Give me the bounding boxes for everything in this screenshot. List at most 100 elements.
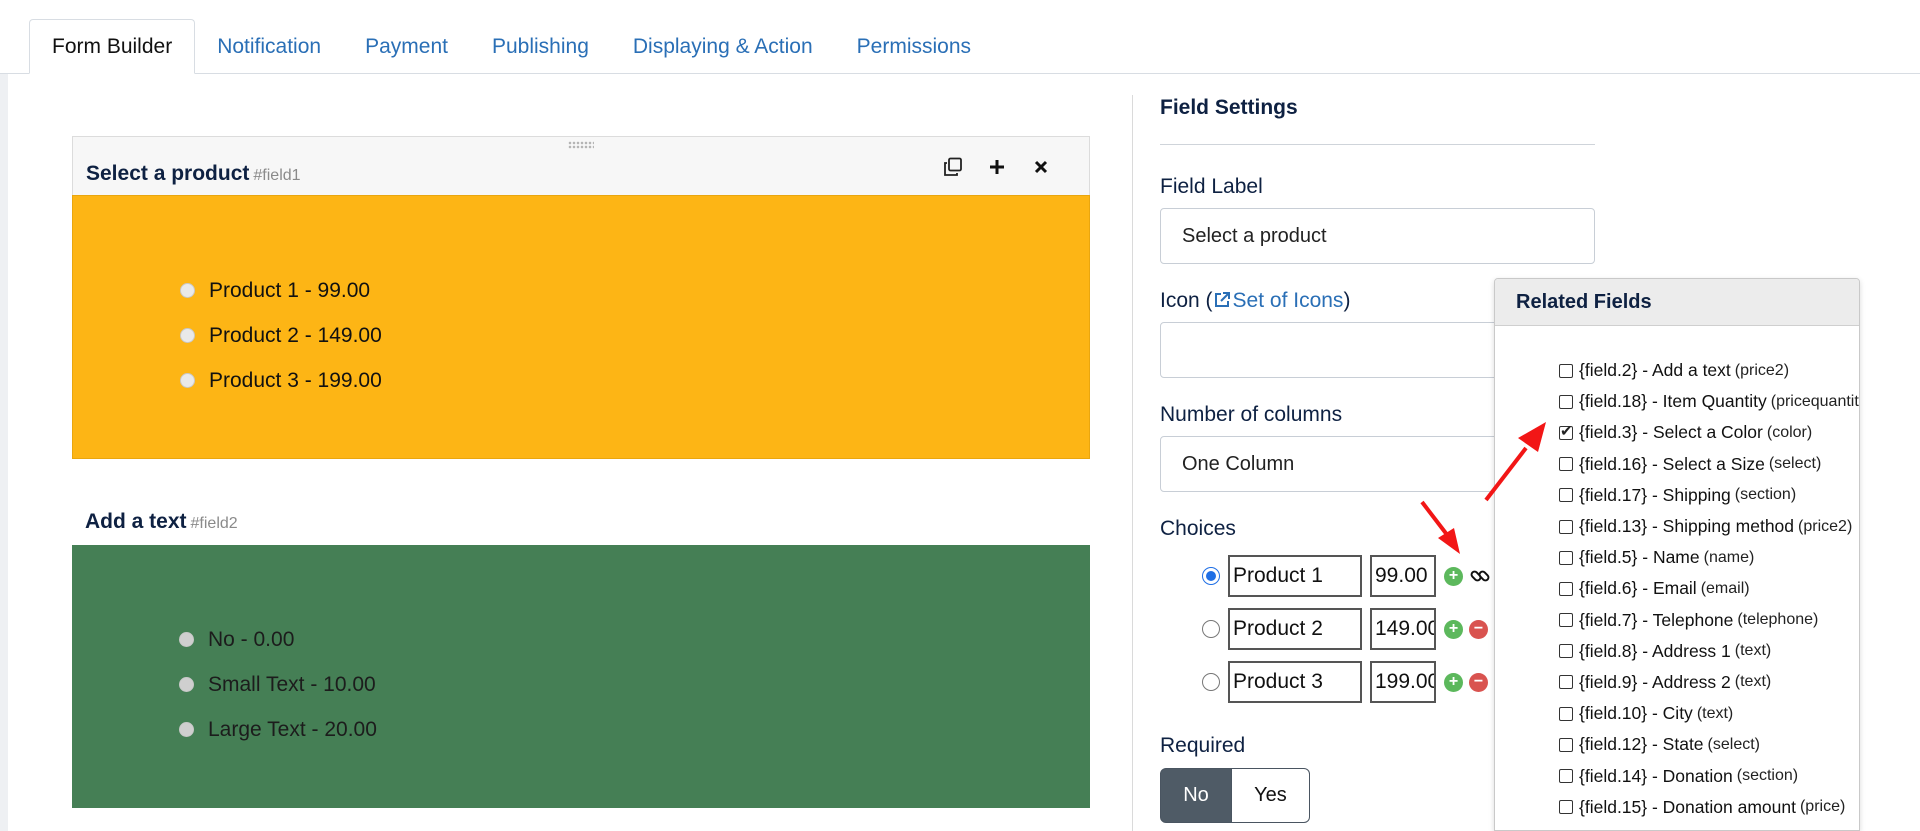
field-card-header[interactable]: Select a product #field1 — [72, 136, 1090, 195]
checkbox-icon[interactable] — [1559, 644, 1573, 659]
choice-price-input[interactable]: 149.00 — [1370, 608, 1436, 650]
choice-radio[interactable] — [1202, 620, 1220, 638]
required-toggle: No Yes — [1160, 768, 1310, 823]
checkbox-checked-icon[interactable] — [1559, 422, 1573, 440]
related-field-item[interactable]: {field.2} - Add a text (price2) — [1559, 355, 1859, 386]
choice-price-input[interactable]: 199.00 — [1370, 661, 1436, 703]
choice-name-input[interactable]: Product 1 — [1228, 555, 1362, 597]
add-choice-icon[interactable]: + — [1444, 566, 1463, 586]
required-yes-button[interactable]: Yes — [1232, 768, 1310, 823]
related-field-label: {field.5} - Name — [1579, 547, 1700, 568]
related-field-item[interactable]: {field.5} - Name (name) — [1559, 542, 1859, 573]
related-field-item[interactable]: {field.9} - Address 2 (text) — [1559, 667, 1859, 698]
related-fields-popup: Related Fields {field.2} - Add a text (pr… — [1494, 278, 1860, 831]
checkbox-icon[interactable] — [1559, 394, 1573, 409]
checkbox-icon[interactable] — [1559, 550, 1573, 565]
field-title-text: Select a product — [86, 162, 250, 185]
checkbox-icon[interactable] — [1559, 675, 1573, 690]
related-field-label: {field.9} - Address 2 — [1579, 671, 1731, 692]
remove-choice-icon[interactable]: − — [1469, 619, 1488, 639]
checkbox-icon[interactable] — [1559, 737, 1573, 752]
choice-row: Product 3 199.00 + − — [1202, 661, 1494, 703]
field-card-body[interactable]: Product 1 - 99.00 Product 2 - 149.00 Pro… — [72, 195, 1090, 459]
option-item[interactable]: Small Text - 10.00 — [179, 662, 377, 707]
remove-choice-icon[interactable]: − — [1469, 672, 1488, 692]
close-icon[interactable] — [1029, 155, 1053, 179]
checkbox-icon[interactable] — [1559, 800, 1573, 815]
related-field-item[interactable]: {field.3} - Select a Color(color) — [1559, 417, 1859, 448]
tab-publishing[interactable]: Publishing — [470, 19, 611, 74]
add-choice-icon[interactable]: + — [1444, 672, 1463, 692]
left-gutter — [0, 74, 8, 831]
related-field-label: {field.16} - Select a Size — [1579, 453, 1765, 474]
related-field-item[interactable]: {field.17} - Shipping (section) — [1559, 480, 1859, 511]
tab-permissions[interactable]: Permissions — [835, 19, 993, 74]
checkbox-icon[interactable] — [1559, 363, 1573, 378]
choice-radio[interactable] — [1202, 673, 1220, 691]
related-field-label: {field.2} - Add a text — [1579, 360, 1731, 381]
field-id: #field1 — [253, 167, 301, 184]
field-title: Add a text #field2 — [85, 510, 238, 534]
related-field-type: (email) — [1700, 579, 1750, 597]
related-field-item[interactable]: {field.10} - City (text) — [1559, 698, 1859, 729]
related-field-type: (text) — [1734, 642, 1772, 660]
checkbox-icon[interactable] — [1559, 706, 1573, 721]
related-field-item[interactable]: {field.12} - State (select) — [1559, 729, 1859, 760]
option-item[interactable]: Large Text - 20.00 — [179, 707, 377, 752]
related-field-item[interactable]: {field.14} - Donation (section) — [1559, 760, 1859, 791]
set-of-icons-link[interactable]: Set of Icons — [1213, 289, 1343, 312]
related-field-type: (section) — [1736, 767, 1799, 785]
field-id: #field2 — [190, 515, 238, 532]
choice-price-input[interactable]: 99.00 — [1370, 555, 1436, 597]
plus-icon[interactable] — [985, 155, 1009, 179]
related-field-item[interactable]: {field.15} - Donation amount (price) — [1559, 792, 1859, 823]
checkbox-icon[interactable] — [1559, 581, 1573, 596]
related-field-type: (price2) — [1734, 361, 1790, 379]
required-no-button[interactable]: No — [1160, 768, 1232, 823]
related-field-label: {field.14} - Donation — [1579, 765, 1733, 786]
add-choice-icon[interactable]: + — [1444, 619, 1463, 639]
choice-name-input[interactable]: Product 2 — [1228, 608, 1362, 650]
related-fields-list: {field.2} - Add a text (price2) {field.18}… — [1559, 355, 1859, 830]
choice-name-input[interactable]: Product 3 — [1228, 661, 1362, 703]
related-field-type: (telephone) — [1737, 611, 1819, 629]
checkbox-icon[interactable] — [1559, 488, 1573, 503]
related-field-type: (color) — [1766, 423, 1813, 441]
choices-label: Choices — [1160, 517, 1236, 540]
option-item[interactable]: Product 3 - 199.00 — [180, 358, 382, 403]
checkbox-icon[interactable] — [1559, 769, 1573, 784]
tab-payment[interactable]: Payment — [343, 19, 470, 74]
field-label-input[interactable]: Select a product — [1160, 208, 1595, 264]
tab-form-builder[interactable]: Form Builder — [29, 19, 196, 74]
link-icon[interactable] — [1469, 565, 1491, 587]
related-field-label: {field.10} - City — [1579, 703, 1693, 724]
columns-label: Number of columns — [1160, 403, 1343, 426]
copy-icon[interactable] — [941, 155, 965, 179]
related-field-item[interactable]: {field.8} - Address 1 (text) — [1559, 636, 1859, 667]
required-label: Required — [1160, 734, 1246, 757]
field-title-text: Add a text — [85, 510, 187, 533]
checkbox-icon[interactable] — [1559, 519, 1573, 534]
related-field-item[interactable]: {field.7} - Telephone (telephone) — [1559, 605, 1859, 636]
choice-radio[interactable] — [1202, 567, 1220, 585]
related-fields-title: Related Fields — [1495, 279, 1859, 326]
field-tools — [941, 155, 1053, 179]
tab-notification[interactable]: Notification — [195, 19, 343, 74]
related-field-item[interactable]: {field.13} - Shipping method (price2) — [1559, 511, 1859, 542]
field-label-label: Field Label — [1160, 175, 1263, 198]
checkbox-icon[interactable] — [1559, 457, 1573, 472]
related-field-item[interactable]: {field.6} - Email (email) — [1559, 573, 1859, 604]
checkbox-icon[interactable] — [1559, 613, 1573, 628]
related-field-type: (select) — [1768, 455, 1822, 473]
drag-handle-icon[interactable] — [568, 141, 594, 149]
field-title: Select a product #field1 — [86, 162, 301, 186]
field-card-body[interactable]: No - 0.00 Small Text - 10.00 Large Text … — [72, 545, 1090, 808]
related-field-type: (pricequantity) — [1770, 392, 1859, 410]
related-field-item[interactable]: {field.16} - Select a Size (select) — [1559, 449, 1859, 480]
option-item[interactable]: Product 1 - 99.00 — [180, 268, 382, 313]
option-item[interactable]: No - 0.00 — [179, 617, 377, 662]
tab-displaying-action[interactable]: Displaying & Action — [611, 19, 835, 74]
related-field-item[interactable]: {field.19} - Amount(total) — [1559, 823, 1859, 830]
option-item[interactable]: Product 2 - 149.00 — [180, 313, 382, 358]
related-field-item[interactable]: {field.18} - Item Quantity(pricequantity… — [1559, 386, 1859, 417]
